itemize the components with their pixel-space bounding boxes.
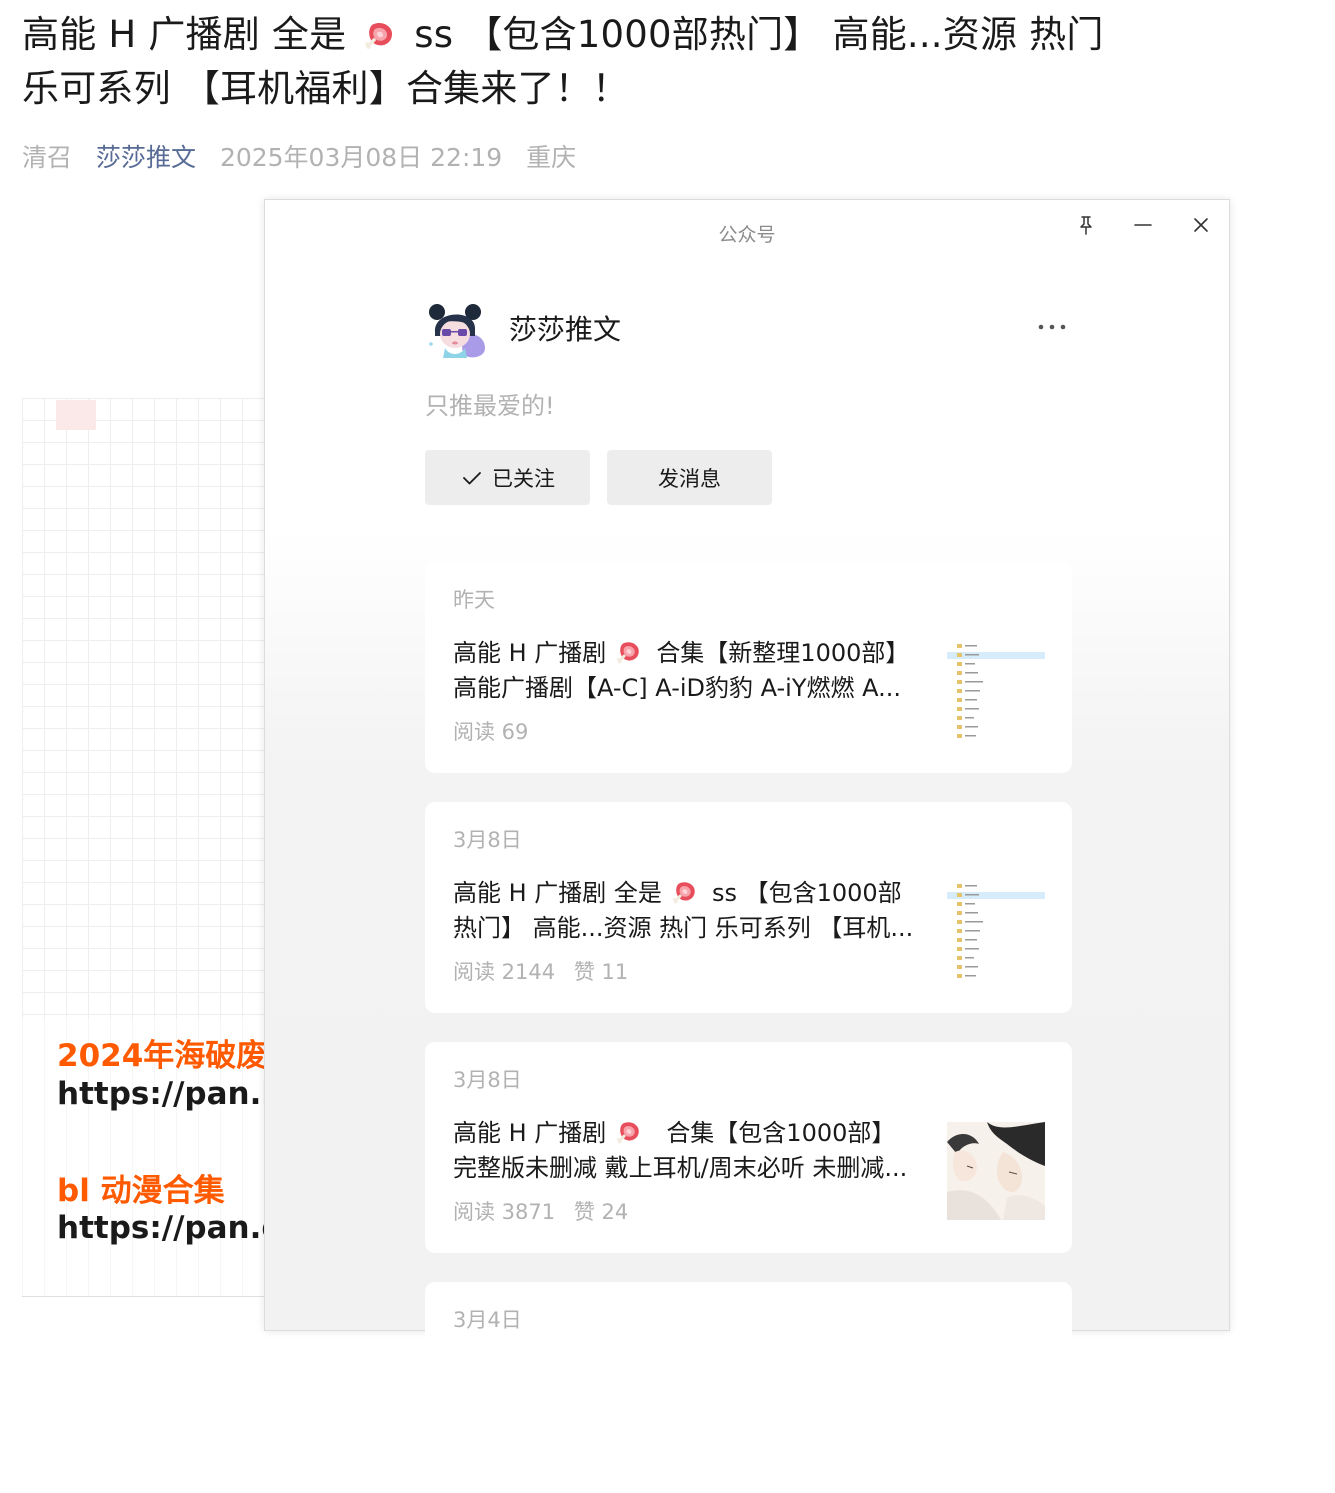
post-card[interactable]: 3月4日 <box>425 1282 1072 1493</box>
post-title-line-2: 完整版未删减 戴上耳机/周末必听 未删减... <box>453 1154 908 1182</box>
post-reads: 阅读 69 <box>453 720 529 744</box>
close-icon <box>1194 218 1208 232</box>
file-list-screenshot <box>947 882 1045 980</box>
post-title-line-2: 热门】 高能...资源 热门 乐可系列 【耳机... <box>453 914 914 942</box>
post-title-part-a: 高能 H 广播剧 全是 <box>453 879 662 907</box>
meta-author: 清召 <box>22 143 73 172</box>
post-title-part-a: 高能 H 广播剧 <box>453 1119 607 1147</box>
post-card[interactable]: 3月8日 高能 H 广播剧 全是 ss 【包含1000部 热门】 高能...资源 … <box>425 802 1072 1013</box>
article-title-text-2: ss 【包含1000部热门】 高能...资源 热门 <box>414 13 1104 56</box>
post-likes: 赞 24 <box>573 1200 629 1224</box>
post-title-part-b: ss 【包含1000部 <box>711 879 902 907</box>
body-link-1[interactable]: https://pan.b <box>57 1076 284 1112</box>
post-title[interactable]: 高能 H 广播剧 合集【包含1000部】 完整版未删减 戴上耳机/周末必听 未删减… <box>453 1116 917 1186</box>
file-list-screenshot <box>947 642 1045 740</box>
meta-location: 重庆 <box>526 143 577 172</box>
body-link-2[interactable]: https://pan.q <box>57 1210 284 1246</box>
minimize-icon <box>1134 224 1152 226</box>
pin-icon <box>1080 216 1092 235</box>
article-meta: 清召 莎莎推文 2025年03月08日 22:19 重庆 <box>22 138 592 174</box>
more-options-button[interactable] <box>1033 312 1071 342</box>
post-title[interactable]: 高能 H 广播剧 全是 ss 【包含1000部 热门】 高能...资源 热门 乐可… <box>453 876 917 946</box>
meat-emoji-icon <box>672 879 698 905</box>
post-date: 3月4日 <box>453 1308 522 1332</box>
divider <box>22 1296 272 1297</box>
meta-account-link[interactable]: 莎莎推文 <box>96 143 196 172</box>
close-button[interactable] <box>1186 210 1216 240</box>
post-date: 昨天 <box>453 588 495 612</box>
grid-highlight <box>56 400 96 430</box>
article-title-text-3: 乐可系列 【耳机福利】合集来了！！ <box>22 67 630 110</box>
post-reads: 阅读 2144 <box>453 960 556 984</box>
body-heading-1: 2024年海破废之 <box>57 1038 299 1074</box>
post-card[interactable]: 3月8日 高能 H 广播剧 合集【包含1000部】 完整版未删减 戴上耳机/周末必… <box>425 1042 1072 1253</box>
meat-emoji-icon <box>616 639 642 665</box>
post-thumbnail-illustration[interactable] <box>947 1122 1045 1220</box>
post-thumbnail-file-list[interactable] <box>947 882 1045 980</box>
post-thumbnail-file-list[interactable] <box>947 642 1045 740</box>
article-title-text-1: 高能 H 广播剧 全是 <box>22 13 347 56</box>
post-date: 3月8日 <box>453 1068 522 1092</box>
followed-label: 已关注 <box>492 466 555 491</box>
article-image-grid <box>22 398 272 1018</box>
post-title-part-b: 合集【新整理1000部】 <box>656 639 910 667</box>
post-title-line-2: 高能广播剧【A-C] A-iD豹豹 A-iY燃燃 A... <box>453 674 902 702</box>
post-card[interactable]: 昨天 高能 H 广播剧 合集【新整理1000部】 高能广播剧【A-C] A-iD豹… <box>425 562 1072 773</box>
post-title[interactable]: 高能 H 广播剧 合集【新整理1000部】 高能广播剧【A-C] A-iD豹豹 A… <box>453 636 917 706</box>
check-icon <box>463 471 481 484</box>
send-message-button[interactable]: 发消息 <box>607 450 772 505</box>
official-account-window: 公众号 莎莎推文 只推最爱的! 已关注 发消息 昨天 高能 H 广播剧 合集【新… <box>264 199 1230 1493</box>
body-heading-2: bl 动漫合集 <box>57 1173 225 1209</box>
manga-illustration <box>947 1122 1045 1220</box>
meta-datetime: 2025年03月08日 22:19 <box>219 143 503 172</box>
post-title-part-b: 合集【包含1000部】 <box>666 1119 896 1147</box>
post-reads: 阅读 3871 <box>453 1200 556 1224</box>
account-description: 只推最爱的! <box>425 392 555 420</box>
post-stats: 阅读 2144 赞 11 <box>453 956 640 986</box>
more-dots-icon <box>1038 324 1066 330</box>
account-name[interactable]: 莎莎推文 <box>509 308 621 348</box>
send-message-label: 发消息 <box>658 466 721 491</box>
post-stats: 阅读 3871 赞 24 <box>453 1196 640 1226</box>
minimize-button[interactable] <box>1128 210 1158 240</box>
meat-emoji-icon <box>616 1119 642 1145</box>
post-date: 3月8日 <box>453 828 522 852</box>
meat-emoji-icon <box>364 19 396 51</box>
post-stats: 阅读 69 <box>453 716 540 746</box>
account-avatar[interactable] <box>425 300 489 360</box>
post-likes: 赞 11 <box>573 960 629 984</box>
pin-button[interactable] <box>1071 210 1101 240</box>
article-title: 高能 H 广播剧 全是 ss 【包含1000部热门】 高能...资源 热门 乐可… <box>22 8 1312 116</box>
post-title-part-a: 高能 H 广播剧 <box>453 639 607 667</box>
followed-button[interactable]: 已关注 <box>425 450 590 505</box>
